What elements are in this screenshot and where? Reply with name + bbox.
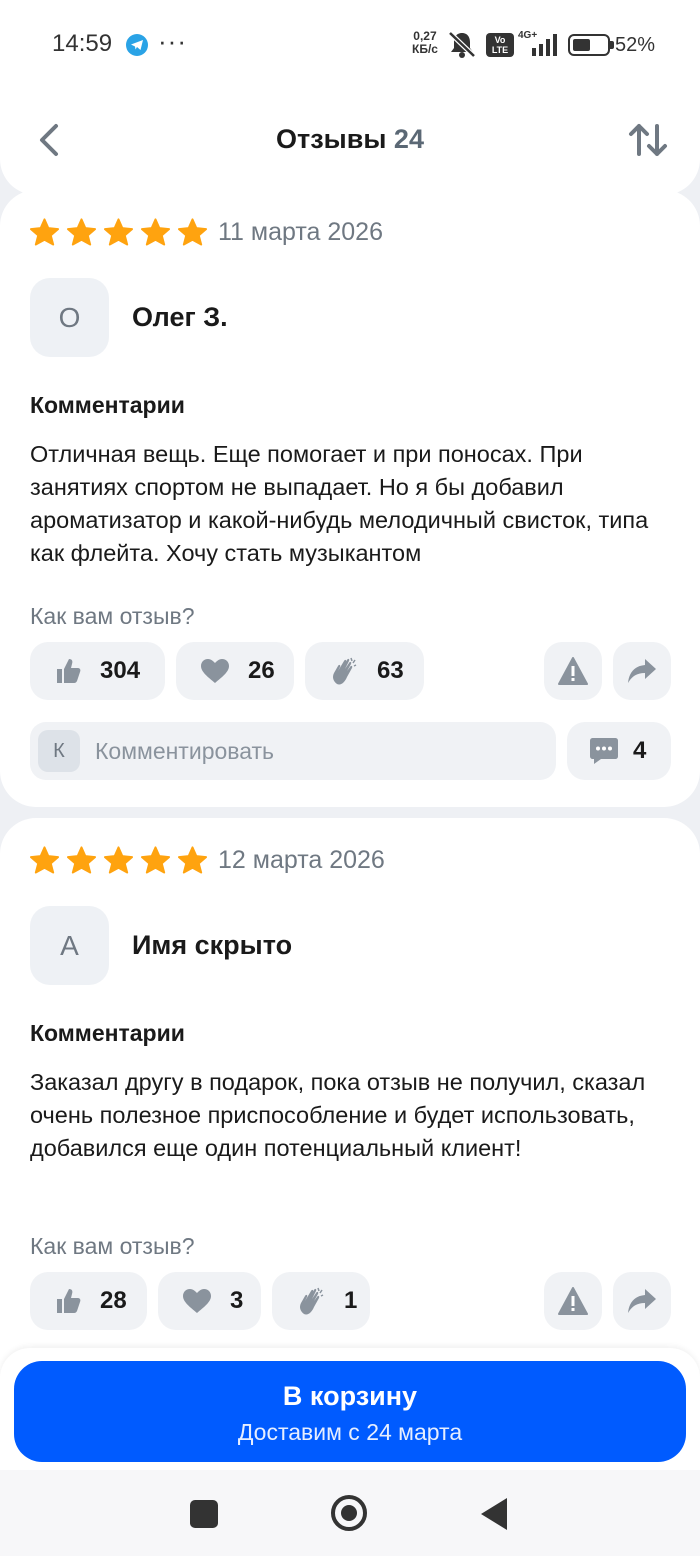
sort-icon bbox=[629, 124, 667, 156]
star-icon bbox=[30, 218, 59, 246]
volte-icon: Vo LTE bbox=[486, 33, 514, 57]
add-to-cart-label: В корзину bbox=[282, 1381, 418, 1411]
rate-question: Как вам отзыв? bbox=[30, 603, 195, 629]
status-time: 14:59 bbox=[52, 30, 113, 57]
like-button[interactable]: 28 bbox=[30, 1272, 147, 1330]
rate-question: Как вам отзыв? bbox=[30, 1233, 195, 1259]
author-name[interactable]: Имя скрыто bbox=[132, 930, 292, 961]
clap-icon bbox=[300, 1287, 324, 1315]
report-button[interactable] bbox=[544, 642, 602, 700]
clap-button[interactable]: 1 bbox=[272, 1272, 370, 1330]
battery-level bbox=[573, 39, 590, 51]
comment-section-label: Комментарии bbox=[30, 1020, 185, 1046]
review-card: 11 марта 2026 О Олег З. Комментарии Отли… bbox=[0, 190, 700, 807]
review-date: 12 марта 2026 bbox=[218, 846, 385, 874]
clap-count: 1 bbox=[344, 1287, 358, 1314]
comment-input[interactable]: К Комментировать bbox=[30, 722, 556, 780]
network-speed-unit: КБ/с bbox=[412, 42, 438, 56]
star-icon bbox=[141, 846, 170, 874]
status-bar: 14:59 ··· 0,27 КБ/с Vo LTE 4G+ 52% bbox=[0, 0, 700, 90]
network-speed: 0,27 КБ/с bbox=[412, 30, 438, 56]
like-count: 28 bbox=[100, 1287, 127, 1314]
battery-icon bbox=[568, 34, 610, 56]
rating-stars bbox=[30, 218, 207, 246]
system-back-button[interactable] bbox=[481, 1498, 507, 1530]
add-to-cart-button[interactable]: В корзину Доставим с 24 марта bbox=[14, 1361, 686, 1462]
avatar[interactable]: О bbox=[30, 278, 109, 357]
mute-icon bbox=[447, 30, 477, 63]
share-button[interactable] bbox=[613, 642, 671, 700]
signal-icon bbox=[532, 34, 558, 61]
review-text: Заказал другу в подарок, пока отзыв не п… bbox=[30, 1069, 646, 1161]
more-notifications-icon: ··· bbox=[158, 26, 187, 56]
volte-bottom: LTE bbox=[491, 45, 509, 55]
page-title-text: Отзывы bbox=[276, 124, 387, 154]
star-icon bbox=[104, 846, 133, 874]
delivery-date: Доставим с 24 марта bbox=[237, 1419, 463, 1445]
comments-button[interactable]: 4 bbox=[567, 722, 671, 780]
clap-count: 63 bbox=[377, 657, 404, 684]
like-count: 304 bbox=[100, 657, 141, 684]
star-icon bbox=[141, 218, 170, 246]
star-icon bbox=[67, 218, 96, 246]
heart-icon bbox=[183, 1289, 211, 1313]
avatar[interactable]: А bbox=[30, 906, 109, 985]
app-header: Отзывы 24 bbox=[0, 90, 700, 195]
share-icon bbox=[628, 1289, 656, 1313]
system-nav-bar bbox=[0, 1470, 700, 1556]
comment-placeholder: Комментировать bbox=[95, 738, 275, 764]
warning-icon bbox=[558, 1287, 588, 1315]
share-icon bbox=[628, 659, 656, 683]
user-avatar: К bbox=[38, 730, 80, 772]
author-name[interactable]: Олег З. bbox=[132, 302, 228, 333]
review-text: Отличная вещь. Еще помогает и при поноса… bbox=[30, 441, 649, 566]
heart-icon bbox=[201, 659, 229, 683]
sort-button[interactable] bbox=[626, 120, 670, 160]
reviews-count: 24 bbox=[393, 124, 424, 154]
clap-button[interactable]: 63 bbox=[305, 642, 424, 700]
comments-count: 4 bbox=[633, 737, 647, 764]
volte-top: Vo bbox=[494, 35, 506, 45]
report-button[interactable] bbox=[544, 1272, 602, 1330]
recent-apps-button[interactable] bbox=[190, 1500, 218, 1528]
share-button[interactable] bbox=[613, 1272, 671, 1330]
heart-count: 26 bbox=[248, 657, 275, 684]
star-icon bbox=[104, 218, 133, 246]
cart-panel: В корзину Доставим с 24 марта bbox=[0, 1348, 700, 1470]
page-title: Отзывы 24 bbox=[0, 124, 700, 155]
thumbs-up-icon bbox=[57, 1289, 81, 1313]
like-button[interactable]: 304 bbox=[30, 642, 165, 700]
clap-icon bbox=[333, 657, 357, 685]
warning-icon bbox=[558, 657, 588, 685]
star-icon bbox=[178, 846, 207, 874]
battery-tip bbox=[610, 41, 614, 49]
thumbs-up-icon bbox=[57, 659, 81, 683]
battery-percent: 52% bbox=[615, 34, 656, 56]
heart-count: 3 bbox=[230, 1287, 244, 1314]
star-icon bbox=[178, 218, 207, 246]
comment-bubble-icon bbox=[590, 738, 618, 764]
telegram-icon bbox=[126, 34, 148, 56]
star-icon bbox=[30, 846, 59, 874]
review-date: 11 марта 2026 bbox=[218, 218, 383, 246]
review-card: 12 марта 2026 А Имя скрыто Комментарии З… bbox=[0, 818, 700, 1378]
heart-button[interactable]: 26 bbox=[176, 642, 294, 700]
heart-button[interactable]: 3 bbox=[158, 1272, 261, 1330]
home-button[interactable] bbox=[331, 1495, 367, 1531]
rating-stars bbox=[30, 846, 207, 874]
star-icon bbox=[67, 846, 96, 874]
comment-section-label: Комментарии bbox=[30, 392, 185, 418]
